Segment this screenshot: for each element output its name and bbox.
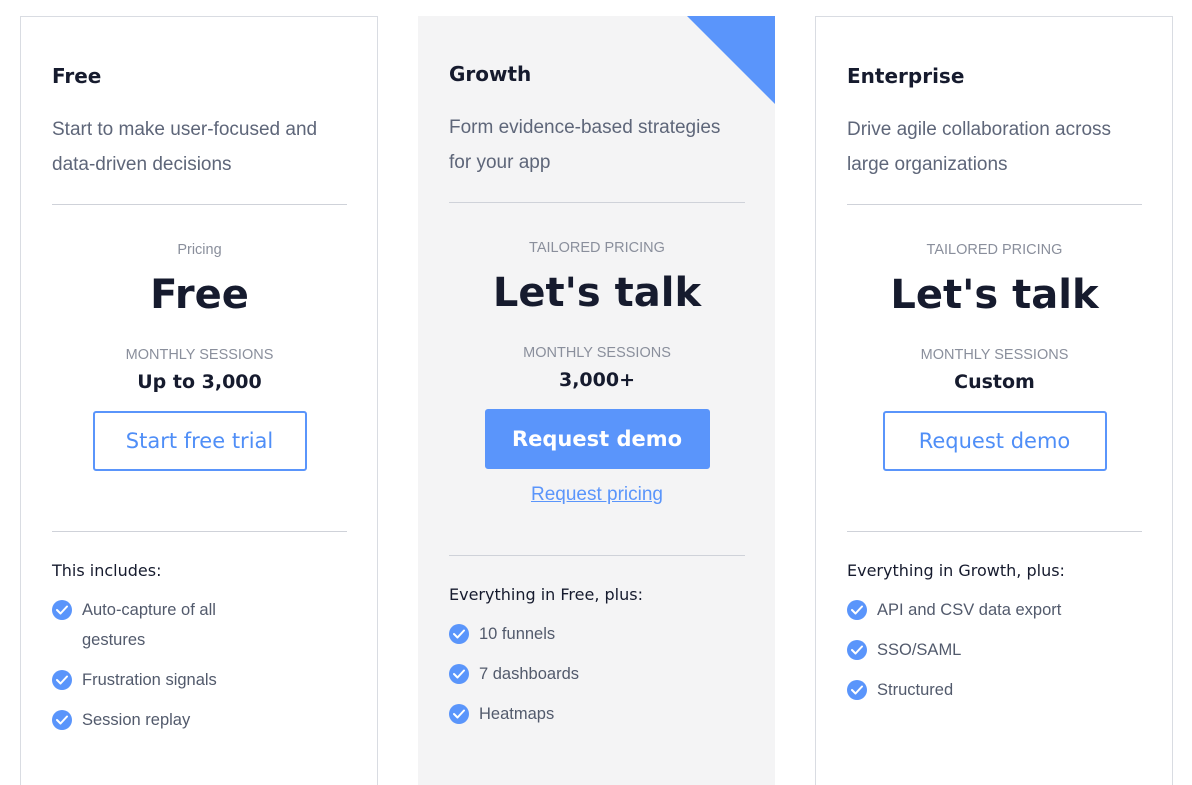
feature-label: 10 funnels — [479, 625, 556, 643]
pricing-plans: Free Start to make user-focused and data… — [0, 0, 1192, 785]
feature-label: Auto-capture of all gestures — [82, 601, 216, 649]
plan-description: Start to make user-focused and data-driv… — [52, 119, 318, 175]
check-circle-icon — [52, 710, 72, 730]
divider — [52, 531, 347, 532]
check-circle-icon — [449, 664, 469, 684]
plan-description: Drive agile collaboration across large o… — [847, 119, 1112, 175]
plan-price: Free — [150, 272, 249, 318]
feature-item: SSO/SAML — [847, 635, 1067, 665]
feature-item: Auto-capture of all gestures — [52, 595, 272, 655]
plan-price: Let's talk — [492, 270, 702, 316]
check-circle-icon — [52, 600, 72, 620]
feature-item: Heatmaps — [449, 699, 669, 729]
sessions-label: MONTHLY SESSIONS — [523, 345, 671, 361]
feature-label: Structured — [877, 681, 954, 699]
feature-item: API and CSV data export — [847, 595, 1067, 625]
feature-label: API and CSV data export — [877, 601, 1062, 619]
check-circle-icon — [52, 670, 72, 690]
check-circle-icon — [847, 600, 867, 620]
plan-price: Let's talk — [890, 272, 1099, 318]
feature-item: 10 funnels — [449, 619, 669, 649]
sessions-value: 3,000+ — [558, 369, 636, 391]
request-demo-button[interactable]: Request demo — [484, 409, 710, 469]
start-free-trial-button[interactable]: Start free trial — [92, 411, 307, 471]
plan-card-free: Free Start to make user-focused and data… — [20, 16, 378, 785]
request-pricing-link[interactable]: Request pricing — [531, 484, 663, 505]
feature-item: Structured — [847, 675, 1067, 705]
feature-label: 7 dashboards — [479, 665, 579, 683]
feature-label: SSO/SAML — [877, 641, 962, 659]
check-circle-icon — [847, 680, 867, 700]
plan-name: Free — [52, 64, 102, 88]
sessions-label: MONTHLY SESSIONS — [920, 347, 1069, 363]
divider — [847, 531, 1142, 532]
divider — [52, 204, 347, 205]
pricing-label: Pricing — [177, 242, 222, 258]
pricing-label: TAILORED PRICING — [529, 240, 665, 256]
request-demo-button[interactable]: Request demo — [882, 411, 1107, 471]
divider — [449, 202, 745, 203]
feature-item: Session replay — [52, 705, 272, 735]
feature-item: Frustration signals — [52, 665, 272, 695]
feature-list: 10 funnels 7 dashboards Heatmaps — [449, 619, 745, 729]
feature-label: Session replay — [82, 711, 191, 729]
sessions-value: Custom — [954, 371, 1035, 393]
sessions-value: Up to 3,000 — [137, 371, 262, 393]
includes-title: This includes: — [52, 561, 162, 580]
divider — [847, 204, 1142, 205]
plan-description: Form evidence-based strategies for your … — [449, 117, 721, 173]
plan-name: Enterprise — [847, 64, 965, 88]
divider — [449, 555, 745, 556]
plan-card-enterprise: Enterprise Drive agile collaboration acr… — [815, 16, 1173, 785]
feature-label: Heatmaps — [479, 705, 555, 723]
feature-list: API and CSV data export SSO/SAML Structu… — [847, 595, 1142, 705]
check-circle-icon — [847, 640, 867, 660]
includes-title: Everything in Growth, plus: — [847, 561, 1065, 580]
pricing-label: TAILORED PRICING — [926, 242, 1063, 258]
check-circle-icon — [449, 624, 469, 644]
feature-label: Frustration signals — [82, 671, 217, 689]
sessions-label: MONTHLY SESSIONS — [125, 347, 274, 363]
corner-ribbon-icon — [687, 16, 775, 104]
feature-item: 7 dashboards — [449, 659, 669, 689]
feature-list: Auto-capture of all gestures Frustration… — [52, 595, 347, 735]
check-circle-icon — [449, 704, 469, 724]
plan-card-growth: Growth Form evidence-based strategies fo… — [418, 16, 775, 785]
includes-title: Everything in Free, plus: — [449, 585, 643, 604]
